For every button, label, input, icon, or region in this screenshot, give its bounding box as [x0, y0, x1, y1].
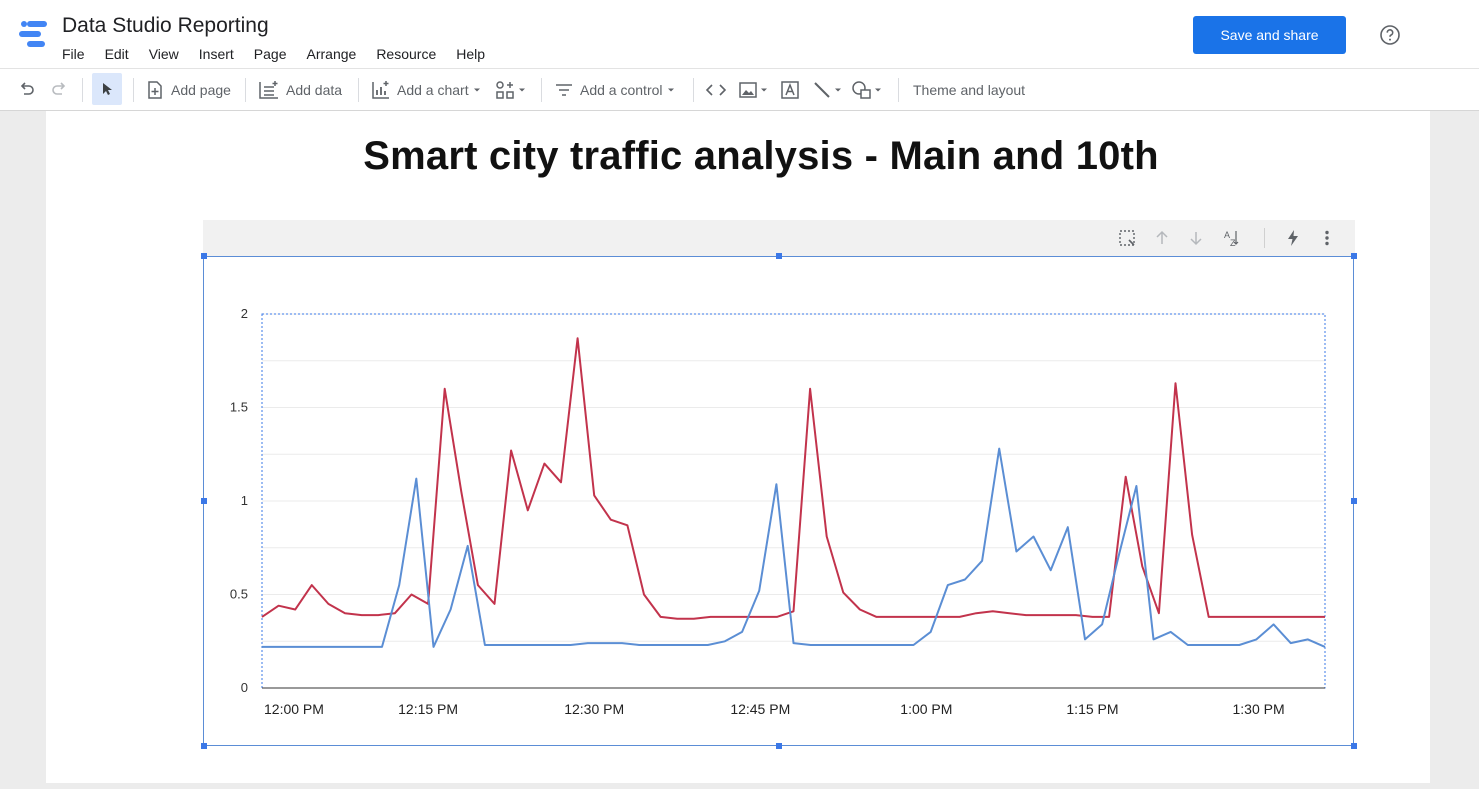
x-tick-label: 1:15 PM: [1066, 701, 1118, 717]
help-circle-icon[interactable]: [1379, 24, 1401, 46]
y-tick-label: 1: [241, 493, 248, 508]
undo-button[interactable]: [17, 69, 37, 110]
shapes-icon: [852, 80, 871, 99]
add-page-label: Add page: [171, 81, 231, 98]
x-tick-label: 12:30 PM: [564, 701, 624, 717]
toolbar-divider: [245, 78, 246, 102]
sort-az-icon[interactable]: AZ: [1221, 228, 1241, 248]
x-tick-label: 12:45 PM: [730, 701, 790, 717]
toolbar-divider: [133, 78, 134, 102]
add-chart-icon: [372, 80, 389, 99]
app-title: Data Studio Reporting: [62, 14, 269, 37]
add-page-icon: [148, 80, 162, 99]
top-bar: Data Studio Reporting File Edit View Ins…: [0, 0, 1479, 69]
add-chart-button[interactable]: Add a chart: [371, 69, 482, 110]
x-tick-label: 12:00 PM: [264, 701, 324, 717]
dropdown-caret-icon: [875, 88, 881, 91]
x-tick-label: 1:00 PM: [900, 701, 952, 717]
add-control-label: Add a control: [580, 81, 663, 98]
menu-bar: File Edit View Insert Page Arrange Resou…: [62, 46, 505, 62]
dropdown-caret-icon: [473, 88, 480, 91]
report-title[interactable]: Smart city traffic analysis - Main and 1…: [46, 134, 1476, 179]
more-vert-icon[interactable]: [1317, 228, 1337, 248]
toolbar: Add page Add data Add a chart Add a cont…: [0, 69, 1479, 111]
redo-button[interactable]: [49, 69, 69, 110]
menu-edit[interactable]: Edit: [105, 46, 129, 62]
dropdown-caret-icon: [761, 88, 767, 91]
header-divider: [1264, 228, 1265, 248]
text-box-icon: [781, 80, 799, 99]
menu-arrange[interactable]: Arrange: [307, 46, 357, 62]
sort-ascending-icon[interactable]: [1152, 228, 1172, 248]
select-area-icon[interactable]: [1117, 228, 1137, 248]
menu-insert[interactable]: Insert: [199, 46, 234, 62]
series-line-1: [261, 337, 1325, 620]
add-control-button[interactable]: Add a control: [554, 69, 676, 110]
shape-button[interactable]: [851, 69, 883, 110]
sort-descending-icon[interactable]: [1186, 228, 1206, 248]
dropdown-caret-icon: [835, 88, 841, 91]
community-components-icon: [496, 80, 514, 99]
y-tick-label: 0: [241, 680, 248, 695]
toolbar-divider: [898, 78, 899, 102]
y-tick-label: 0.5: [230, 587, 248, 602]
toolbar-divider: [82, 78, 83, 102]
dropdown-caret-icon: [667, 88, 674, 91]
toolbar-divider: [541, 78, 542, 102]
x-tick-label: 1:30 PM: [1232, 701, 1284, 717]
toolbar-divider: [358, 78, 359, 102]
undo-icon: [20, 81, 34, 95]
toolbar-divider: [693, 78, 694, 102]
y-tick-label: 2: [241, 306, 248, 321]
add-data-icon: [259, 80, 278, 99]
code-brackets-icon: [705, 83, 727, 96]
menu-help[interactable]: Help: [456, 46, 485, 62]
theme-and-layout-label: Theme and layout: [913, 81, 1026, 98]
data-studio-logo-icon: [19, 21, 47, 47]
line-tool-icon: [814, 81, 830, 98]
add-page-button[interactable]: Add page: [145, 69, 231, 110]
add-chart-label: Add a chart: [397, 81, 469, 98]
traffic-line-chart: 0 0.5 1 1.5 2 12:00 PM 12:15 PM 12:30 PM 12:45 P…: [230, 306, 1326, 717]
select-tool-button[interactable]: [92, 73, 122, 105]
menu-file[interactable]: File: [62, 46, 85, 62]
menu-page[interactable]: Page: [254, 46, 287, 62]
image-button[interactable]: [738, 69, 769, 110]
menu-view[interactable]: View: [149, 46, 179, 62]
lightning-bolt-icon[interactable]: [1283, 228, 1303, 248]
y-tick-label: 1.5: [230, 400, 248, 415]
save-and-share-button[interactable]: Save and share: [1193, 16, 1346, 54]
chart-header-bar: AZ: [203, 220, 1355, 256]
add-data-button[interactable]: Add data: [258, 69, 342, 110]
theme-and-layout-button[interactable]: Theme and layout: [913, 69, 1025, 110]
menu-resource[interactable]: Resource: [376, 46, 436, 62]
x-tick-label: 12:15 PM: [398, 701, 458, 717]
image-icon: [739, 81, 757, 98]
add-data-label: Add data: [286, 81, 343, 98]
dropdown-caret-icon: [519, 88, 525, 91]
filter-control-icon: [556, 83, 572, 96]
text-box-button[interactable]: [780, 69, 800, 110]
line-button[interactable]: [812, 69, 843, 110]
redo-icon: [52, 81, 66, 95]
add-community-component-button[interactable]: [495, 69, 527, 110]
cursor-arrow-icon: [103, 83, 112, 95]
embed-url-button[interactable]: [705, 69, 727, 110]
